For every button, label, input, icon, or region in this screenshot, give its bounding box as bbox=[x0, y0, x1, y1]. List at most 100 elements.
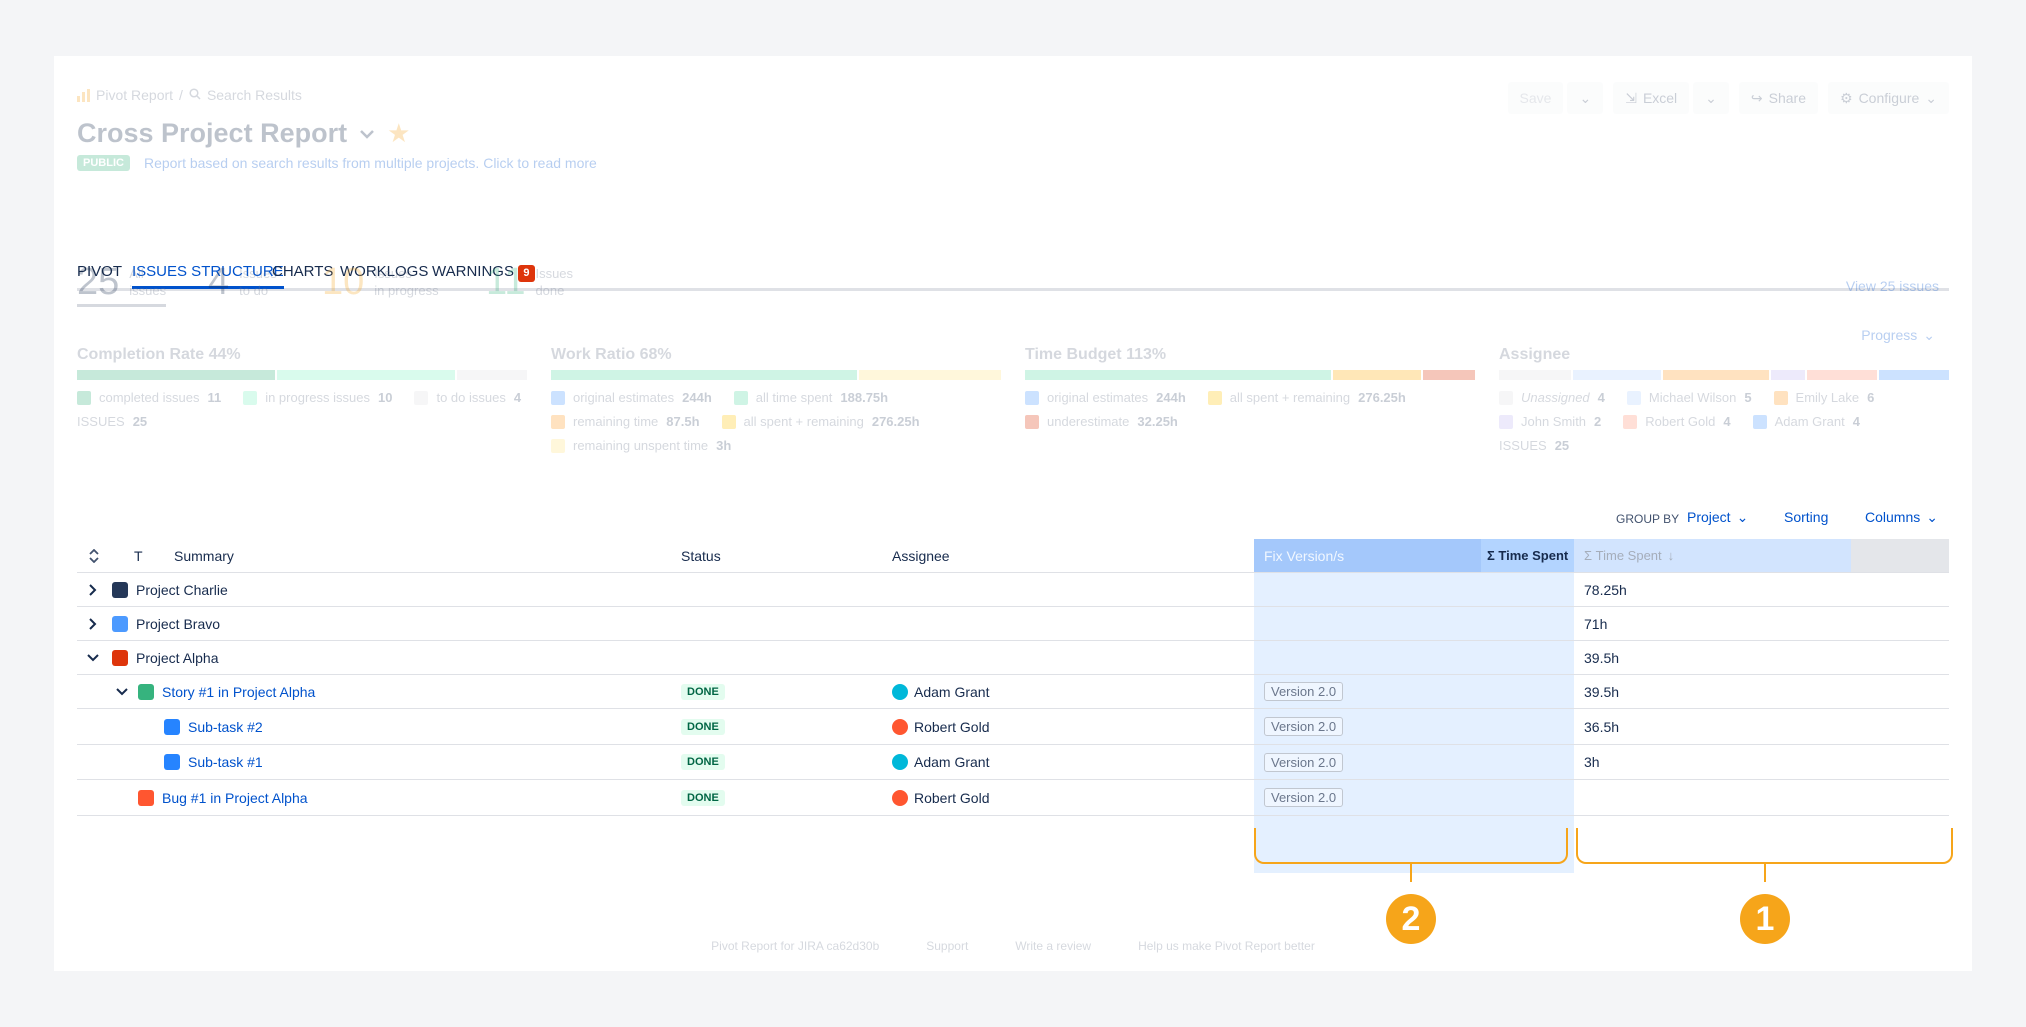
row-summary: Project Alpha bbox=[136, 649, 219, 666]
legend-item[interactable]: original estimates 244h bbox=[1025, 390, 1186, 405]
arrow-down-icon: ↓ bbox=[1667, 548, 1675, 563]
group-by-dropdown[interactable]: Project ⌄ bbox=[1687, 509, 1748, 526]
issue-link[interactable]: Sub-task #1 bbox=[188, 754, 263, 770]
gear-icon: ⚙ bbox=[1840, 89, 1853, 106]
legend-item[interactable]: Michael Wilson 5 bbox=[1626, 390, 1752, 405]
header-type[interactable]: T bbox=[134, 539, 143, 572]
stat-all-issues[interactable]: 25 All issues bbox=[77, 262, 167, 307]
legend-item[interactable]: to do issues 4 bbox=[414, 390, 521, 405]
legend-value: 244h bbox=[682, 390, 712, 405]
star-icon[interactable]: ★ bbox=[387, 118, 410, 149]
save-dropdown-button[interactable]: ⌄ bbox=[1567, 82, 1604, 114]
annotation-bracket-right bbox=[1576, 828, 1953, 864]
collapse-chevron-icon[interactable] bbox=[116, 675, 128, 708]
breadcrumb-separator: / bbox=[179, 87, 183, 103]
legend-item[interactable]: Unassigned 4 bbox=[1499, 390, 1605, 405]
table-row[interactable]: Sub-task #1 DONE Adam Grant Version 2.0 … bbox=[77, 745, 1949, 780]
table-row[interactable]: Project Alpha 39.5h bbox=[77, 641, 1949, 675]
issue-link[interactable]: Sub-task #2 bbox=[188, 719, 263, 735]
assignee-legend: Unassigned 4 Michael Wilson 5 Emily Lake 6 Joh… bbox=[1499, 390, 1949, 453]
sorting-button[interactable]: Sorting bbox=[1784, 509, 1828, 525]
version-lozenge[interactable]: Version 2.0 bbox=[1264, 717, 1344, 736]
legend-label: John Smith bbox=[1521, 414, 1587, 429]
footer-review-link[interactable]: Write a review bbox=[1015, 939, 1091, 953]
header-assignee[interactable]: Assignee bbox=[892, 539, 950, 572]
legend-swatch bbox=[1623, 414, 1638, 429]
expand-chevron-icon[interactable] bbox=[89, 573, 97, 606]
legend-item[interactable]: Adam Grant 4 bbox=[1752, 414, 1860, 429]
chevron-down-icon[interactable] bbox=[359, 122, 375, 145]
legend-item[interactable]: in progress issues 10 bbox=[243, 390, 392, 405]
chevron-down-icon: ⌄ bbox=[1579, 89, 1592, 106]
annotation-marker-1: 1 bbox=[1740, 894, 1790, 944]
header-status[interactable]: Status bbox=[681, 539, 721, 572]
legend-item[interactable]: remaining unspent time 3h bbox=[551, 438, 731, 453]
legend-swatch bbox=[1499, 390, 1513, 405]
legend-item[interactable]: all spent + remaining 276.25h bbox=[1207, 390, 1406, 405]
issue-link[interactable]: Bug #1 in Project Alpha bbox=[162, 790, 308, 806]
footer: Pivot Report for JIRA ca62d30b Support W… bbox=[54, 939, 1972, 953]
header-sum-time-spent[interactable]: Σ Time Spent bbox=[1487, 539, 1568, 572]
legend-value: 244h bbox=[1156, 390, 1186, 405]
configure-button[interactable]: ⚙ Configure ⌄ bbox=[1828, 82, 1949, 114]
legend-label: Adam Grant bbox=[1774, 414, 1845, 429]
legend-label: underestimate bbox=[1047, 414, 1130, 429]
stat-issues-to-do[interactable]: 4 Issues to do bbox=[208, 262, 277, 302]
table-row[interactable]: Story #1 in Project Alpha DONE Adam Gran… bbox=[77, 675, 1949, 709]
table-row[interactable]: Project Bravo 71h bbox=[77, 607, 1949, 641]
bar-segment bbox=[1025, 370, 1331, 380]
legend-item[interactable]: completed issues 11 bbox=[77, 390, 221, 405]
table-row[interactable]: Project Charlie 78.25h bbox=[77, 573, 1949, 607]
legend-item[interactable]: all time spent 188.75h bbox=[733, 390, 888, 405]
report-description-link[interactable]: Report based on search results from mult… bbox=[144, 155, 597, 171]
version-lozenge[interactable]: Version 2.0 bbox=[1264, 788, 1344, 807]
legend-value: 276.25h bbox=[871, 414, 920, 429]
view-issues-link[interactable]: View 25 issues bbox=[1846, 278, 1939, 294]
header-sum-time-spent-sorted[interactable]: Σ Time Spent ↓ bbox=[1584, 539, 1674, 572]
legend-item[interactable]: John Smith 2 bbox=[1499, 414, 1601, 429]
breadcrumb-current[interactable]: Search Results bbox=[207, 87, 302, 103]
bar-segment bbox=[275, 370, 455, 380]
excel-dropdown-button[interactable]: ⌄ bbox=[1693, 82, 1729, 114]
legend-value: 4 bbox=[1852, 414, 1860, 429]
progress-dropdown[interactable]: Progress ⌄ bbox=[1861, 327, 1935, 344]
legend-label: ISSUES bbox=[77, 414, 125, 429]
stat-issues-done[interactable]: 11 Issues done bbox=[486, 262, 573, 302]
version-lozenge[interactable]: Version 2.0 bbox=[1264, 682, 1344, 701]
status-badge: DONE bbox=[681, 789, 725, 806]
save-button[interactable]: Save bbox=[1507, 82, 1564, 114]
bar-segment bbox=[1499, 370, 1571, 380]
legend-item[interactable]: underestimate 32.25h bbox=[1025, 414, 1178, 429]
breadcrumb-root[interactable]: Pivot Report bbox=[96, 87, 173, 103]
stat-issues-in-progress[interactable]: 10 Issues in progress bbox=[322, 262, 439, 302]
completion-legend: completed issues 11 in progress issues 10 to… bbox=[77, 390, 527, 429]
excel-button[interactable]: ⇲ Excel bbox=[1613, 82, 1690, 114]
legend-item[interactable]: remaining time 87.5h bbox=[551, 414, 700, 429]
legend-label: in progress issues bbox=[265, 390, 370, 405]
legend-item[interactable]: ISSUES 25 bbox=[77, 414, 147, 429]
collapse-chevron-icon[interactable] bbox=[87, 641, 99, 674]
legend-item[interactable]: all spent + remaining 276.25h bbox=[721, 414, 920, 429]
metric-time-budget: Time Budget 113% original estimates 244h a… bbox=[1025, 346, 1475, 429]
table-row[interactable]: Sub-task #2 DONE Robert Gold Version 2.0… bbox=[77, 709, 1949, 745]
bar-segment bbox=[1877, 370, 1949, 380]
issue-link[interactable]: Story #1 in Project Alpha bbox=[162, 684, 315, 700]
legend-item[interactable]: original estimates 244h bbox=[551, 390, 712, 405]
legend-item[interactable]: Robert Gold 4 bbox=[1623, 414, 1731, 429]
expand-collapse-all-icon[interactable] bbox=[89, 539, 99, 572]
header-summary[interactable]: Summary bbox=[174, 539, 234, 572]
metric-assignee: Assignee Unassigned 4 Michael Wilson 5 Emily… bbox=[1499, 346, 1949, 453]
header-fix-version[interactable]: Fix Version/s bbox=[1264, 539, 1344, 572]
table-row[interactable]: Bug #1 in Project Alpha DONE Robert Gold… bbox=[77, 780, 1949, 816]
legend-item[interactable]: ISSUES 25 bbox=[1499, 438, 1569, 453]
share-button[interactable]: ↪ Share bbox=[1738, 82, 1818, 114]
legend-item[interactable]: Emily Lake 6 bbox=[1773, 390, 1874, 405]
chevron-down-icon: ⌄ bbox=[1926, 509, 1938, 525]
columns-dropdown[interactable]: Columns ⌄ bbox=[1865, 509, 1938, 526]
legend-value: 4 bbox=[513, 390, 522, 405]
expand-chevron-icon[interactable] bbox=[89, 607, 97, 640]
version-lozenge[interactable]: Version 2.0 bbox=[1264, 752, 1344, 772]
footer-support-link[interactable]: Support bbox=[926, 939, 968, 953]
legend-swatch bbox=[721, 414, 736, 429]
footer-feedback-link[interactable]: Help us make Pivot Report better bbox=[1138, 939, 1315, 953]
